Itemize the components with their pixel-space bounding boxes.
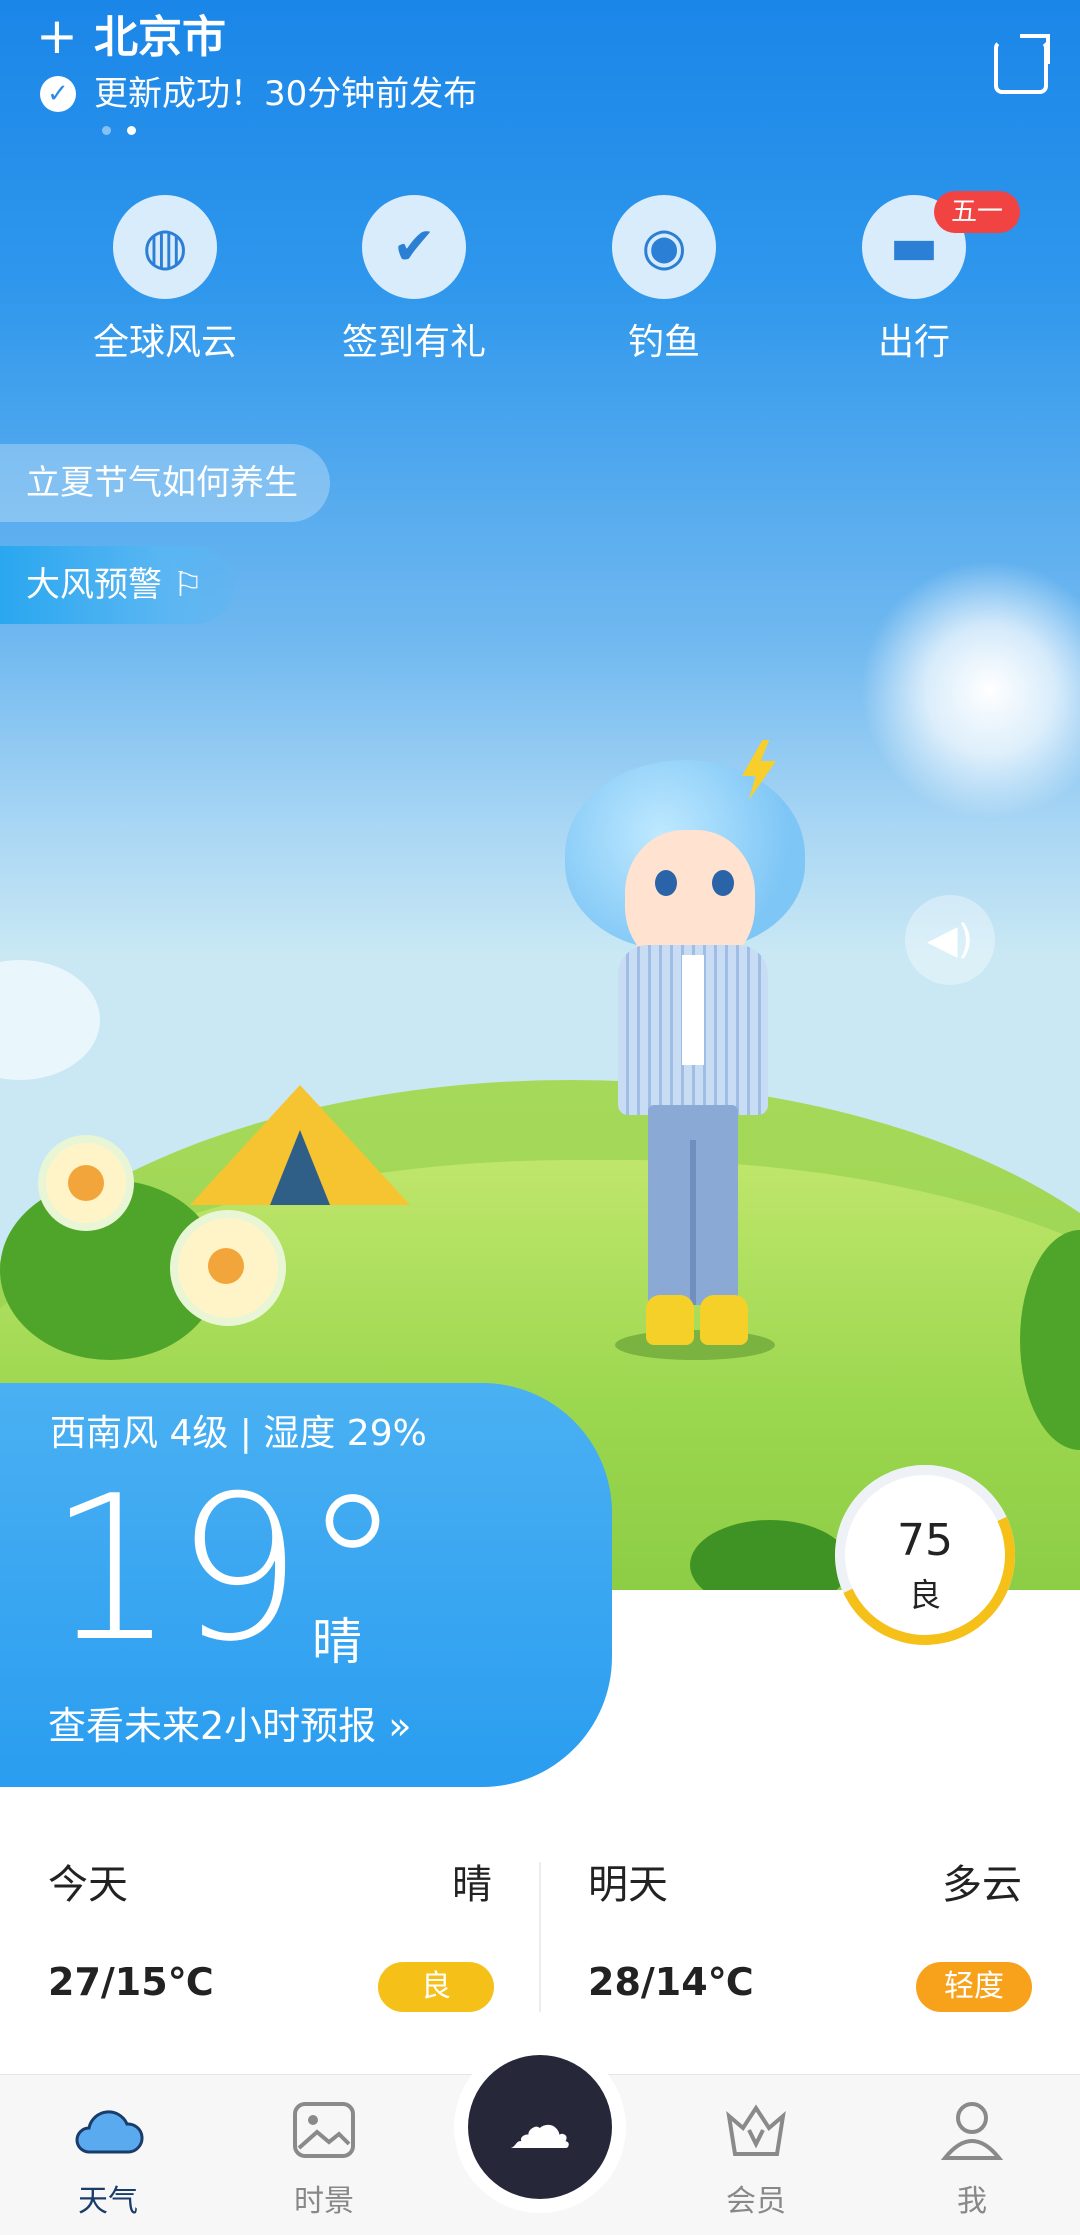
tab-label: 时景 bbox=[294, 2184, 354, 2219]
sun-glow bbox=[860, 560, 1080, 820]
tab-scenery[interactable]: 时景 bbox=[264, 2098, 384, 2220]
tab-label: 我 bbox=[957, 2184, 987, 2219]
quick-action-checkin[interactable]: ✔ 签到有礼 bbox=[314, 195, 514, 365]
city-name[interactable]: 北京市 bbox=[94, 10, 226, 66]
tab-weather[interactable]: 天气 bbox=[48, 2098, 168, 2220]
character-eye bbox=[712, 870, 734, 896]
tab-membership[interactable]: 会员 bbox=[696, 2098, 816, 2220]
tomorrow-label: 明天 bbox=[588, 1862, 668, 1908]
fish-icon: ◉ bbox=[612, 195, 716, 299]
tomorrow-condition: 多云 bbox=[942, 1862, 1022, 1908]
person-icon bbox=[940, 2102, 1004, 2160]
wind-cloud-icon[interactable]: ☁ bbox=[468, 2055, 612, 2199]
quick-action-label: 签到有礼 bbox=[341, 322, 486, 363]
character-eye bbox=[655, 870, 677, 896]
speaker-icon[interactable]: ◀) bbox=[905, 895, 995, 985]
globe-icon: ◍ bbox=[113, 195, 217, 299]
quick-action-label: 全球风云 bbox=[92, 322, 237, 363]
current-condition: 晴 bbox=[312, 1613, 362, 1671]
tab-label: 天气 bbox=[78, 2184, 138, 2219]
share-icon[interactable] bbox=[994, 40, 1048, 94]
character-shirt bbox=[682, 955, 704, 1065]
wind-warning[interactable]: 大风预警 ⚐ bbox=[0, 546, 236, 624]
update-status: 更新成功！30分钟前发布 bbox=[94, 74, 478, 114]
tomorrow-air-quality: 轻度 bbox=[916, 1962, 1032, 2012]
solar-term-tip[interactable]: 立夏节气如何养生 bbox=[0, 444, 330, 522]
tomorrow-range: 28/14℃ bbox=[588, 1960, 754, 2004]
character-shadow bbox=[615, 1330, 775, 1360]
divider bbox=[539, 1862, 541, 2012]
aqi-level: 良 bbox=[908, 1576, 941, 1614]
character-pants-seam bbox=[690, 1140, 696, 1305]
flower-decoration bbox=[170, 1210, 286, 1326]
aqi-value: 75 bbox=[897, 1515, 953, 1566]
tab-me[interactable]: 我 bbox=[912, 2098, 1032, 2220]
wind-humidity: 西南风 4级 | 湿度 29% bbox=[50, 1413, 427, 1454]
top-bar: + 北京市 ✓ 更新成功！30分钟前发布 bbox=[0, 0, 1080, 135]
quick-action-global[interactable]: ◍ 全球风云 bbox=[65, 195, 265, 365]
gift-calendar-icon: ✔ bbox=[362, 195, 466, 299]
two-hour-forecast-link[interactable]: 查看未来2小时预报 » bbox=[48, 1700, 412, 1752]
cloud-decoration bbox=[0, 960, 100, 1080]
character-shoe bbox=[700, 1295, 748, 1345]
page-indicator bbox=[102, 120, 152, 139]
check-icon: ✓ bbox=[40, 76, 76, 112]
quick-action-travel[interactable]: ▬ 五一 出行 bbox=[814, 191, 1020, 365]
today-condition: 晴 bbox=[452, 1862, 492, 1908]
today-air-quality: 良 bbox=[378, 1962, 494, 2012]
quick-action-label: 钓鱼 bbox=[627, 322, 700, 363]
flower-decoration bbox=[38, 1135, 134, 1231]
cloud-icon bbox=[75, 2110, 144, 2154]
today-range: 27/15℃ bbox=[48, 1960, 214, 2004]
plus-icon[interactable]: + bbox=[36, 8, 78, 64]
crown-icon bbox=[726, 2104, 786, 2156]
holiday-badge: 五一 bbox=[934, 191, 1020, 233]
image-icon bbox=[293, 2102, 355, 2158]
today-label: 今天 bbox=[48, 1862, 128, 1908]
tab-label: 会员 bbox=[726, 2184, 786, 2219]
quick-action-label: 出行 bbox=[877, 322, 950, 363]
quick-action-fishing[interactable]: ◉ 钓鱼 bbox=[564, 195, 764, 365]
character-shoe bbox=[646, 1295, 694, 1345]
